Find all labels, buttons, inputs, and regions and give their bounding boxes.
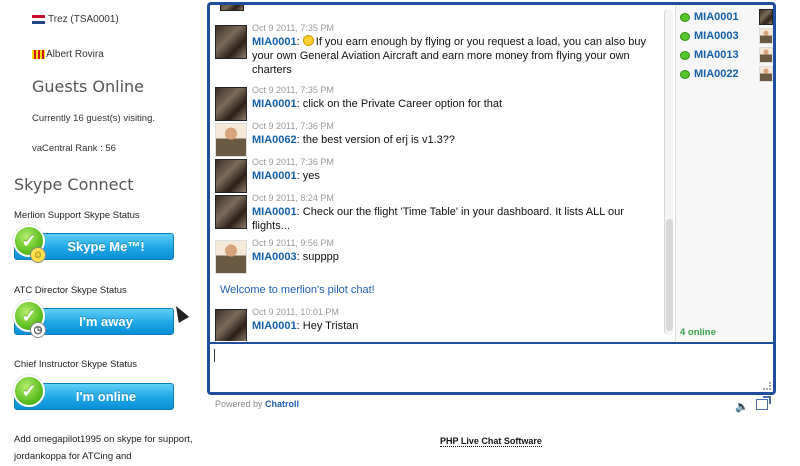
chat-bubble-icon: [680, 31, 690, 41]
message-text: supppp: [302, 251, 339, 263]
text-caret: [214, 349, 215, 362]
avatar: [220, 5, 244, 11]
message-body: MIA0062: the best version of erj is v1.3…: [252, 134, 456, 146]
avatar: [215, 159, 247, 193]
message-timestamp: Oct 9 2011, 8:24 PM: [252, 193, 334, 203]
message-nick[interactable]: MIA0001: [252, 206, 297, 218]
catalonia-flag-icon: [32, 50, 45, 59]
chat-widget: Oct 9 2011, 7:35 PM MIA0001: If you earn…: [207, 2, 776, 395]
message-body: MIA0001: If you earn enough by flying or…: [252, 35, 646, 76]
message-body: MIA0001: click on the Private Career opt…: [252, 98, 503, 110]
skype-button-label: Skype Me™!: [67, 239, 145, 254]
status-label-support: Merlion Support Skype Status: [14, 210, 140, 221]
guests-count-text: Currently 16 guest(s) visiting.: [32, 113, 156, 124]
avatar: [215, 87, 247, 121]
message-body: MIA0001: Check our the flight 'Time Tabl…: [252, 206, 624, 232]
user-item[interactable]: MIA0013: [680, 46, 773, 64]
powered-by: Powered by Chatroll: [215, 399, 299, 409]
guests-online-heading: Guests Online: [32, 77, 145, 96]
message-nick[interactable]: MIA0062: [252, 134, 297, 146]
skype-online-button[interactable]: ✓ I'm online: [13, 375, 174, 410]
online-count: 4 online: [680, 327, 716, 338]
pilot-name: Trez (TSA0001): [48, 14, 119, 25]
user-item[interactable]: MIA0001: [680, 8, 773, 26]
message-nick[interactable]: MIA0001: [252, 98, 297, 110]
user-name: MIA0013: [694, 49, 739, 61]
popout-icon[interactable]: [756, 396, 771, 410]
user-name: MIA0022: [694, 68, 739, 80]
avatar: [759, 47, 773, 63]
user-name: MIA0003: [694, 30, 739, 42]
chat-bubble-icon: [680, 50, 690, 60]
skype-button-label: I'm online: [75, 389, 137, 404]
rank-text: vaCentral Rank : 56: [32, 143, 116, 154]
smiley-icon: ☺: [30, 247, 46, 263]
status-label-atc: ATC Director Skype Status: [14, 285, 127, 296]
message-nick[interactable]: MIA0001: [252, 320, 297, 332]
message-timestamp: Oct 9 2011, 7:36 PM: [252, 121, 334, 131]
user-item[interactable]: MIA0022: [680, 65, 773, 83]
chat-bubble-icon: [680, 69, 690, 79]
skype-me-button[interactable]: ✓ ☺ Skype Me™!: [13, 225, 174, 263]
smiley-icon: [302, 35, 314, 46]
chatroll-link[interactable]: Chatroll: [265, 399, 299, 409]
message-timestamp: Oct 9 2011, 10:01 PM: [252, 307, 339, 317]
avatar: [215, 25, 247, 59]
nl-flag-icon: [32, 15, 45, 24]
message-body: MIA0003: supppp: [252, 251, 339, 263]
avatar: [759, 66, 773, 82]
skype-away-button[interactable]: ✓ ◷ I'm away: [13, 300, 174, 338]
message-timestamp: Oct 9 2011, 7:36 PM: [252, 157, 334, 167]
resize-grip-icon[interactable]: [763, 382, 771, 390]
message-timestamp: Oct 9 2011, 7:35 PM: [252, 85, 334, 95]
avatar: [215, 195, 247, 229]
welcome-message: Welcome to merlion's pilot chat!: [220, 284, 375, 296]
avatar: [215, 123, 247, 157]
pilot-item-albert[interactable]: Albert Rovira: [32, 49, 104, 60]
avatar: [215, 309, 247, 341]
user-list: MIA0001 MIA0003 MIA0013 MIA0022 4 online: [675, 5, 773, 341]
message-text: the best version of erj is v1.3??: [302, 134, 456, 146]
message-text: click on the Private Career option for t…: [302, 98, 503, 110]
clock-icon: ◷: [30, 322, 46, 338]
avatar: [215, 240, 247, 274]
sidebar: Trez (TSA0001) Albert Rovira Guests Onli…: [0, 0, 205, 466]
powered-prefix: Powered by: [215, 399, 263, 409]
pilot-name: Albert Rovira: [46, 49, 104, 60]
status-label-instructor: Chief Instructor Skype Status: [14, 359, 138, 370]
check-icon: ✓: [13, 375, 45, 407]
user-name: MIA0001: [694, 11, 739, 23]
message-list[interactable]: Oct 9 2011, 7:35 PM MIA0001: If you earn…: [210, 5, 664, 341]
skype-connect-heading: Skype Connect: [14, 175, 134, 194]
message-text: Hey Tristan: [302, 320, 359, 332]
message-scrollbar[interactable]: [664, 9, 673, 335]
support-note: Add omegapilot1995 on skype for support,…: [14, 434, 193, 462]
message-timestamp: Oct 9 2011, 7:35 PM: [252, 23, 334, 33]
message-body: MIA0001: yes: [252, 170, 320, 182]
message-nick[interactable]: MIA0001: [252, 170, 297, 182]
speaker-icon[interactable]: 🔈: [735, 400, 749, 413]
chat-bubble-icon: [680, 12, 690, 22]
message-item-partial: [210, 5, 660, 11]
pilot-item-trez[interactable]: Trez (TSA0001): [32, 14, 119, 25]
message-body: MIA0001: Hey Tristan: [252, 320, 359, 332]
message-text: yes: [302, 170, 320, 182]
avatar: [759, 28, 773, 44]
user-item[interactable]: MIA0003: [680, 27, 773, 45]
scrollbar-thumb[interactable]: [666, 219, 673, 331]
chat-input[interactable]: [210, 342, 773, 392]
skype-button-label: I'm away: [79, 314, 133, 329]
message-nick[interactable]: MIA0003: [252, 251, 297, 263]
php-chat-link[interactable]: PHP Live Chat Software: [440, 436, 542, 447]
message-nick[interactable]: MIA0001: [252, 36, 297, 48]
avatar: [759, 9, 773, 25]
message-text: Check our the flight 'Time Table' in you…: [252, 206, 624, 232]
message-timestamp: Oct 9 2011, 9:56 PM: [252, 238, 334, 248]
